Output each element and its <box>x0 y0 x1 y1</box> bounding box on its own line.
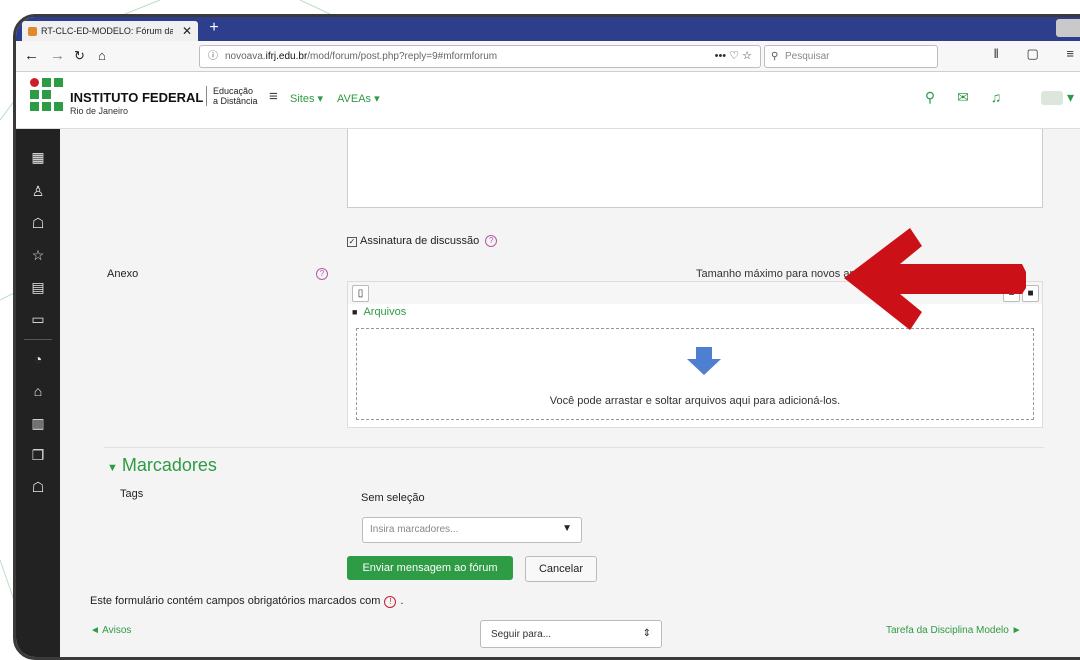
header-icons: ⚲ ✉ ♫ ▾ <box>907 89 1074 106</box>
required-note: Este formulário contém campos obrigatóri… <box>90 595 404 608</box>
search-icon[interactable]: ⚲ <box>925 89 935 105</box>
info-icon[interactable]: ⓘ <box>208 46 218 67</box>
subscription-checkbox[interactable]: ✓ <box>347 237 357 247</box>
main-content: ✓ Assinatura de discussão? Anexo ? Tamanh… <box>60 129 1080 657</box>
ifrj-logo[interactable] <box>30 78 66 118</box>
competencies-icon[interactable]: ☆ <box>16 247 60 264</box>
title-bar: RT-CLC-ED-MODELO: Fórum da D ✕ + <box>16 17 1080 41</box>
tags-placeholder: Insira marcadores... <box>370 524 459 535</box>
url-bar[interactable]: ⓘ novoava.ifrj.edu.br/mod/forum/post.php… <box>199 45 761 68</box>
drop-text: Você pode arrastar e soltar arquivos aqu… <box>549 395 841 407</box>
toolbar-icons[interactable]: ‖ ▢ ≡ <box>994 46 1080 62</box>
attachment-label: Anexo <box>107 268 139 280</box>
ead-label: Educação a Distância <box>206 86 273 106</box>
tab-title: RT-CLC-ED-MODELO: Fórum da D <box>41 26 173 36</box>
favicon-icon <box>28 27 37 36</box>
divider <box>104 447 1044 448</box>
select-arrows-icon: ⇕ <box>642 628 651 639</box>
attachment-help-icon[interactable]: ? <box>316 268 328 280</box>
messages-icon[interactable]: ✉ <box>957 89 969 105</box>
dropdown-arrow-icon: ▼ <box>562 523 572 534</box>
folder-icon: ■ <box>352 307 358 317</box>
tags-selection: Sem seleção <box>361 492 425 504</box>
home-icon[interactable]: ⌂ <box>98 46 106 66</box>
badges-icon[interactable]: ☖ <box>16 215 60 232</box>
post-to-forum-button[interactable]: Enviar mensagem ao fórum <box>347 556 513 580</box>
reload-icon[interactable]: ↻ <box>74 46 85 66</box>
caret-down-icon: ▼ <box>107 462 118 474</box>
page-actions[interactable]: ••• ♡ ☆ <box>715 46 752 67</box>
site-header: INSTITUTO FEDERAL Rio de Janeiro Educaçã… <box>16 72 1080 129</box>
browser-window: RT-CLC-ED-MODELO: Fórum da D ✕ + ← → ↻ ⌂… <box>13 14 1080 660</box>
notifications-icon[interactable]: ♫ <box>991 89 1002 105</box>
jump-to-select[interactable]: Seguir para... ⇕ <box>480 620 662 648</box>
files-folder[interactable]: ■ Arquivos <box>352 306 406 318</box>
discussion-subscription[interactable]: ✓ Assinatura de discussão? <box>347 235 498 248</box>
jump-placeholder: Seguir para... <box>491 629 552 640</box>
drop-zone[interactable]: Você pode arrastar e soltar arquivos aqu… <box>356 328 1034 420</box>
tags-section-toggle[interactable]: ▼ Marcadores <box>107 455 217 476</box>
brand-subtitle: Rio de Janeiro <box>70 106 129 116</box>
url-text: novoava.ifrj.edu.br/mod/forum/post.php?r… <box>225 51 498 62</box>
search-icon: ⚲ <box>771 51 779 62</box>
back-icon[interactable]: ← <box>24 46 39 66</box>
hamburger-icon[interactable]: ≡ <box>269 88 278 105</box>
brand-name: INSTITUTO FEDERAL <box>70 90 204 105</box>
download-arrow-icon <box>687 347 721 375</box>
participants-icon[interactable]: ♙ <box>16 183 60 200</box>
navigation-bar: ← → ↻ ⌂ ⓘ novoava.ifrj.edu.br/mod/forum/… <box>16 41 1080 72</box>
message-textarea[interactable] <box>347 129 1043 208</box>
help-icon[interactable]: ? <box>485 235 498 248</box>
required-icon: ! <box>384 596 397 608</box>
user-menu[interactable]: ▾ <box>1023 89 1074 106</box>
files-icon[interactable]: ❐ <box>16 447 60 464</box>
tags-label: Tags <box>120 488 144 500</box>
browser-search-input[interactable]: ⚲ Pesquisar <box>764 45 938 68</box>
dashboard-icon[interactable]: ▦ <box>16 149 60 166</box>
grades-icon[interactable]: ▤ <box>16 279 60 296</box>
sidebar: ▦ ♙ ☖ ☆ ▤ ▭ ◔ ⌂ ▥ ❐ ☖ <box>16 129 60 657</box>
subscription-label: Assinatura de discussão <box>360 235 480 247</box>
avatar <box>1041 91 1064 106</box>
annotation-arrow-icon <box>844 228 1026 330</box>
cancel-button[interactable]: Cancelar <box>525 556 597 582</box>
dashboard-gauge-icon[interactable]: ◔ <box>16 351 60 367</box>
menu-sites[interactable]: Sites ▾ <box>290 92 323 105</box>
browser-tab[interactable]: RT-CLC-ED-MODELO: Fórum da D ✕ <box>22 21 198 41</box>
calendar-icon[interactable]: ▥ <box>16 415 60 432</box>
new-tab-button[interactable]: + <box>204 17 224 41</box>
home-icon[interactable]: ⌂ <box>16 383 60 399</box>
courses-icon[interactable]: ☖ <box>16 479 60 496</box>
close-tab-icon[interactable]: ✕ <box>182 21 192 41</box>
next-activity-link[interactable]: Tarefa da Disciplina Modelo ► <box>886 625 1022 636</box>
tags-input[interactable]: Insira marcadores... ▼ <box>362 517 582 543</box>
course-section-icon[interactable]: ▭ <box>16 311 60 328</box>
prev-activity-link[interactable]: ◄ Avisos <box>90 625 131 636</box>
search-placeholder: Pesquisar <box>785 51 830 62</box>
add-file-icon[interactable]: ▯ <box>352 285 369 302</box>
menu-aveas[interactable]: AVEAs ▾ <box>337 92 380 105</box>
window-controls[interactable] <box>1056 19 1080 37</box>
forward-icon[interactable]: → <box>50 46 65 66</box>
